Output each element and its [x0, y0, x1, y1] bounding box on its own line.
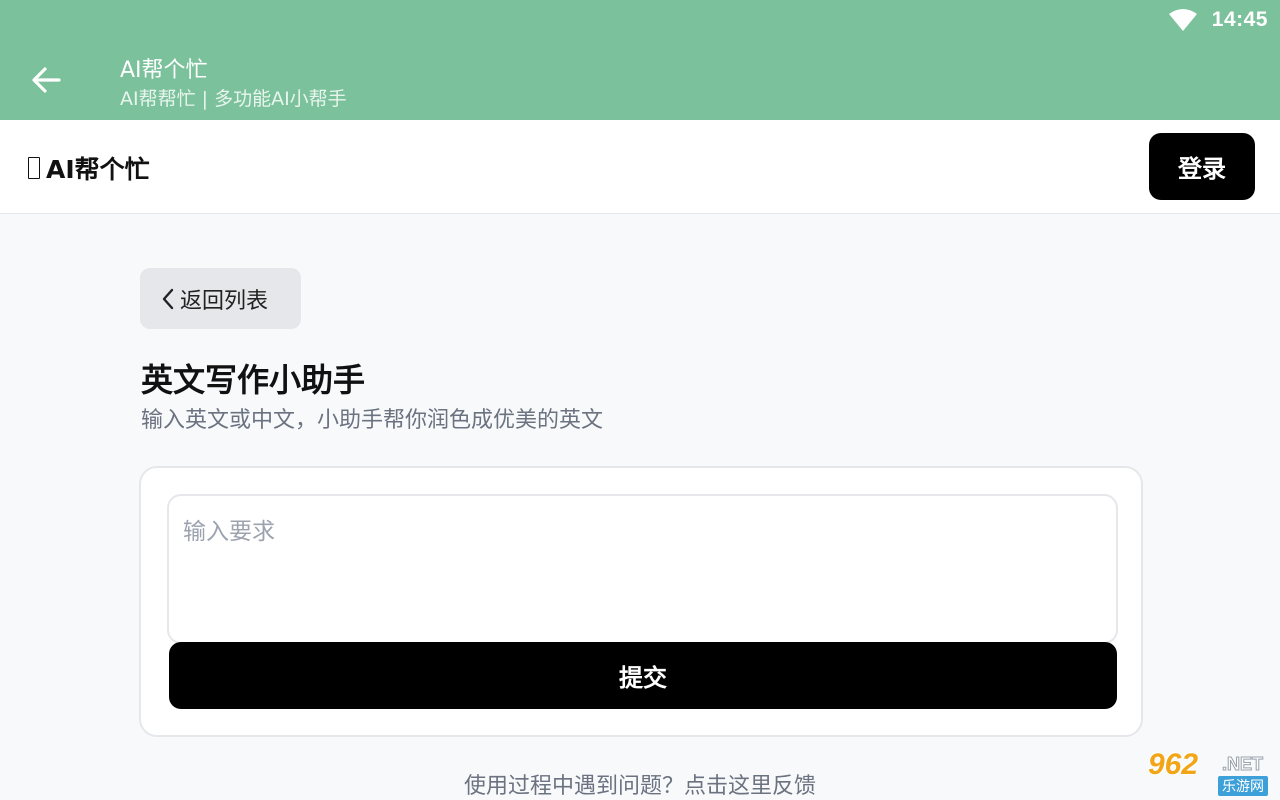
- login-button[interactable]: 登录: [1149, 133, 1255, 200]
- watermark-cn: 乐游网: [1218, 776, 1268, 796]
- feedback-link[interactable]: 使用过程中遇到问题？点击这里反馈: [0, 768, 1280, 800]
- back-button[interactable]: [24, 60, 68, 100]
- page-description: 输入英文或中文，小助手帮你润色成优美的英文: [141, 408, 604, 433]
- arrow-left-icon: [32, 67, 61, 93]
- watermark-suffix: .NET: [1221, 754, 1264, 775]
- watermark-number: 962: [1148, 748, 1199, 781]
- brand[interactable]: AI帮个忙: [28, 150, 150, 186]
- chevron-left-icon: [162, 288, 174, 309]
- brand-name: AI帮个忙: [46, 155, 150, 184]
- status-bar: 14:45: [1168, 6, 1268, 34]
- site-header: AI帮个忙 登录: [0, 120, 1280, 214]
- status-time: 14:45: [1211, 8, 1268, 31]
- submit-button[interactable]: 提交: [169, 642, 1117, 709]
- app-bar-title: AI帮个忙: [120, 58, 208, 83]
- watermark-logo: 962 .NET 乐游网: [1140, 748, 1276, 798]
- app-bar: 14:45 AI帮个忙 AI帮帮忙 | 多功能AI小帮手: [0, 0, 1280, 120]
- app-bar-subtitle: AI帮帮忙 | 多功能AI小帮手: [120, 88, 347, 110]
- back-to-list-button[interactable]: 返回列表: [140, 268, 301, 329]
- missing-glyph-icon: [28, 157, 40, 179]
- wifi-icon: [1168, 9, 1197, 31]
- requirement-input[interactable]: [167, 494, 1118, 644]
- back-to-list-label: 返回列表: [180, 288, 269, 314]
- page-title: 英文写作小助手: [141, 361, 366, 399]
- input-card: 提交: [139, 466, 1143, 737]
